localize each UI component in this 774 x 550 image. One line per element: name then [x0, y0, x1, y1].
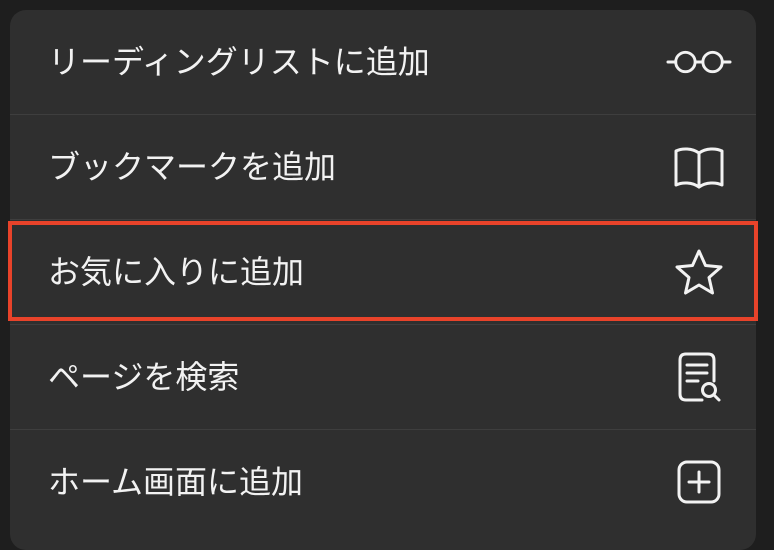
menu-item-label: ブックマークを追加	[48, 148, 337, 186]
add-square-icon	[666, 456, 732, 508]
find-in-page-icon	[666, 351, 732, 403]
share-menu-sheet: リーディングリストに追加 ブックマークを追加 お気に入りに追加 ページを検索 ホ…	[10, 10, 756, 550]
menu-item-label: ページを検索	[48, 358, 240, 396]
menu-item-add-bookmark[interactable]: ブックマークを追加	[10, 115, 756, 219]
menu-item-label: お気に入りに追加	[48, 253, 305, 291]
menu-item-find-on-page[interactable]: ページを検索	[10, 325, 756, 429]
menu-item-label: リーディングリストに追加	[48, 43, 430, 81]
star-icon	[666, 246, 732, 298]
book-icon	[666, 141, 732, 193]
glasses-icon	[666, 36, 732, 88]
menu-item-add-to-favorites[interactable]: お気に入りに追加	[10, 220, 756, 324]
menu-item-add-to-reading-list[interactable]: リーディングリストに追加	[10, 10, 756, 114]
menu-item-label: ホーム画面に追加	[48, 463, 304, 501]
menu-item-add-to-home-screen[interactable]: ホーム画面に追加	[10, 430, 756, 534]
